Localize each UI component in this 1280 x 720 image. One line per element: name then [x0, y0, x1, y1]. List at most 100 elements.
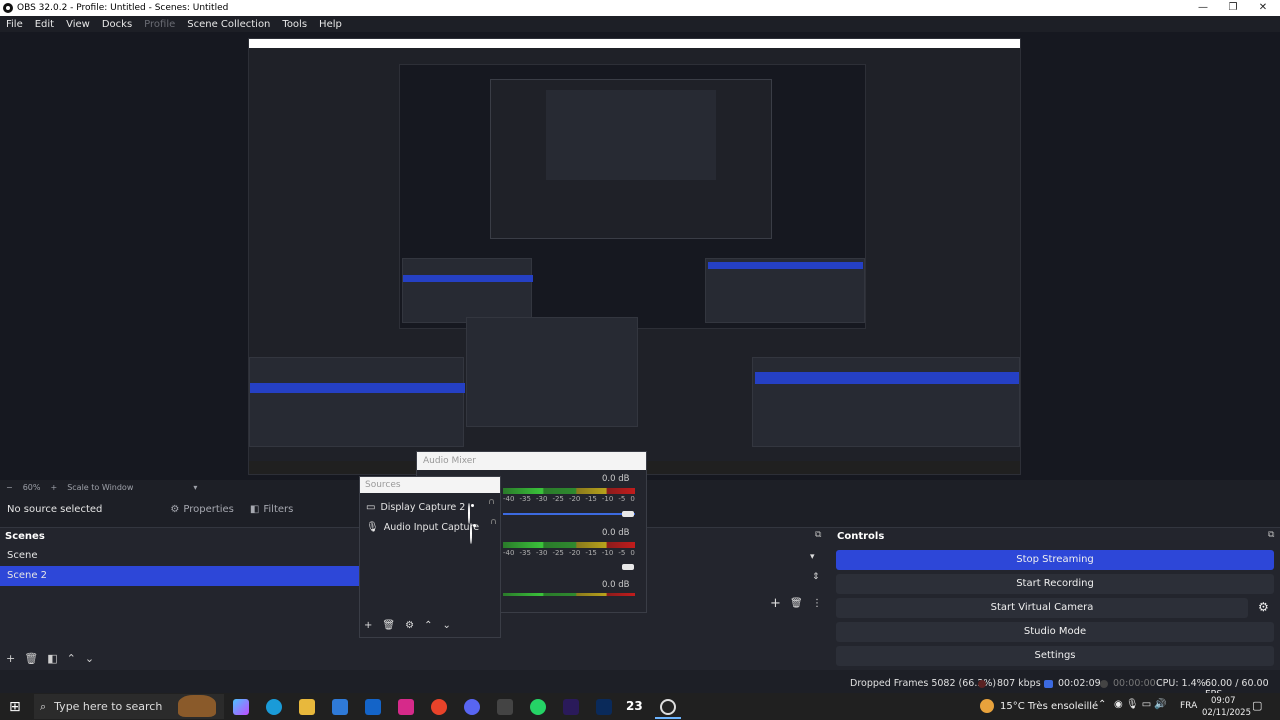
restore-button[interactable]: ❐ — [1218, 0, 1248, 16]
clock-date[interactable]: 02/11/2025 — [1202, 708, 1251, 718]
chrome-icon[interactable] — [431, 699, 447, 715]
store-icon[interactable] — [332, 699, 348, 715]
menu-profile: Profile — [144, 18, 176, 30]
record-time: 00:00:00 — [1113, 678, 1156, 689]
recursive-preview — [399, 64, 866, 329]
move-source-down-button[interactable]: ⌄ — [442, 620, 450, 631]
channel-1-volume-slider[interactable] — [503, 513, 635, 515]
whatsapp-icon[interactable] — [530, 699, 546, 715]
stream-time: 00:02:09 — [1058, 678, 1101, 689]
monitor-icon: ▭ — [366, 501, 376, 513]
channel-1-ticks: -40 -35 -30 -25 -20 -15 -10 -5 0 — [503, 495, 635, 503]
no-source-label: No source selected — [7, 503, 103, 515]
chevron-down-icon[interactable]: ▾ — [810, 552, 815, 562]
search-icon: ⌕ — [40, 699, 47, 713]
search-highlight-image — [178, 695, 216, 717]
discord-icon[interactable] — [464, 699, 480, 715]
recursive-stop-streaming — [708, 262, 863, 269]
instagram-icon[interactable] — [398, 699, 414, 715]
stop-streaming-button[interactable]: Stop Streaming — [836, 550, 1274, 570]
filters-label: Filters — [263, 503, 294, 515]
source-label: Audio Input Capture — [383, 521, 480, 533]
trash-icon[interactable]: 🗑 — [790, 598, 803, 609]
photoshop-icon[interactable] — [596, 699, 612, 715]
source-settings-button[interactable]: ⚙ — [405, 620, 414, 631]
gear-icon: ⚙ — [170, 503, 180, 515]
tray-icons[interactable]: ◉ 🎙 ▭ 🔊 — [1114, 699, 1167, 710]
stream-icon — [1044, 680, 1053, 688]
add-scene-button[interactable]: + — [6, 652, 15, 665]
app-icon[interactable] — [497, 699, 513, 715]
taskbar-badge[interactable]: 23 — [626, 699, 643, 713]
menu-file[interactable]: File — [0, 19, 29, 30]
menu-scene-collection[interactable]: Scene Collection — [181, 19, 276, 30]
virtual-camera-settings-icon[interactable]: ⚙ — [1258, 600, 1269, 614]
spinner-icon[interactable]: ⇕ — [812, 572, 820, 582]
zoom-mode-select[interactable]: Scale to Window — [67, 483, 133, 492]
recursive-scene-2-selected — [250, 383, 465, 393]
undock-icon[interactable]: ⧉ — [815, 530, 821, 540]
notification-icon[interactable]: ▢ — [1252, 699, 1262, 712]
audio-mixer-title: Audio Mixer — [417, 452, 646, 470]
filter-icon: ◧ — [249, 503, 260, 515]
channel-1-volume-knob[interactable] — [622, 511, 634, 517]
premiere-icon[interactable] — [563, 699, 579, 715]
recursive-preview-deep — [546, 90, 716, 180]
menu-edit[interactable]: Edit — [29, 19, 60, 30]
language-indicator[interactable]: FRA — [1180, 701, 1197, 711]
chevron-up-icon[interactable]: ⌃ — [1098, 699, 1106, 710]
menu-help[interactable]: Help — [313, 19, 348, 30]
close-button[interactable]: ✕ — [1248, 0, 1278, 16]
scene-filter-button[interactable]: ◧ — [47, 652, 57, 665]
studio-mode-button[interactable]: Studio Mode — [836, 622, 1274, 642]
source-item[interactable]: ▭ Display Capture 2 — [366, 498, 496, 516]
source-item[interactable]: 🎙 Audio Input Capture — [366, 518, 496, 536]
more-options-icon[interactable]: ⋮ — [812, 598, 822, 609]
preview-canvas[interactable] — [248, 38, 1021, 475]
obs-taskbar-icon[interactable] — [660, 699, 676, 715]
mail-icon[interactable] — [365, 699, 381, 715]
channel-2-db: 0.0 dB — [602, 528, 630, 538]
move-down-button[interactable]: ⌄ — [85, 652, 94, 665]
move-up-button[interactable]: ⌃ — [67, 652, 76, 665]
weather-text[interactable]: 15°C Très ensoleillé — [1000, 701, 1098, 712]
minimize-button[interactable]: — — [1188, 0, 1218, 16]
zoom-value: 60% — [22, 482, 41, 492]
menu-view[interactable]: View — [60, 19, 96, 30]
start-recording-button[interactable]: Start Recording — [836, 574, 1274, 594]
move-source-up-button[interactable]: ⌃ — [424, 620, 432, 631]
add-source-button[interactable]: + — [364, 620, 372, 631]
record-icon — [1100, 680, 1108, 688]
recursive-controls — [705, 258, 865, 323]
clock-time[interactable]: 09:07 — [1211, 696, 1236, 706]
microphone-icon: 🎙 — [366, 521, 379, 533]
chevron-down-icon[interactable]: ▾ — [193, 483, 197, 492]
zoom-out-button[interactable]: − — [6, 483, 13, 492]
start-virtual-camera-button[interactable]: Start Virtual Camera — [836, 598, 1248, 618]
recursive-scenes — [402, 258, 533, 323]
channel-2-volume-knob[interactable] — [622, 564, 634, 570]
network-indicator-icon — [978, 680, 986, 688]
filters-button[interactable]: ◧ Filters — [250, 504, 293, 515]
remove-source-button[interactable]: 🗑 — [382, 620, 395, 631]
edge-icon[interactable] — [266, 699, 282, 715]
active-app-indicator — [655, 717, 681, 719]
controls-dock: Controls ⧉ Stop Streaming Start Recordin… — [830, 527, 1280, 670]
bitrate: 807 kbps — [997, 678, 1041, 689]
windows-start-icon[interactable]: ⊞ — [9, 699, 21, 715]
channel-1-meter — [503, 488, 635, 494]
visibility-eye-icon[interactable] — [470, 523, 472, 544]
search-placeholder: Type here to search — [54, 700, 163, 713]
zoom-in-button[interactable]: + — [50, 483, 57, 492]
settings-button[interactable]: Settings — [836, 646, 1274, 666]
menu-docks[interactable]: Docks — [96, 19, 138, 30]
copilot-icon[interactable] — [233, 699, 249, 715]
menu-tools[interactable]: Tools — [276, 19, 313, 30]
properties-button[interactable]: ⚙ Properties — [170, 504, 234, 515]
window-titlebar: OBS 32.0.2 - Profile: Untitled - Scenes:… — [0, 0, 1280, 16]
remove-scene-button[interactable]: 🗑 — [24, 652, 38, 665]
weather-icon — [980, 699, 994, 713]
file-explorer-icon[interactable] — [299, 699, 315, 715]
add-button[interactable]: + — [770, 596, 781, 611]
undock-icon[interactable]: ⧉ — [1268, 530, 1274, 540]
